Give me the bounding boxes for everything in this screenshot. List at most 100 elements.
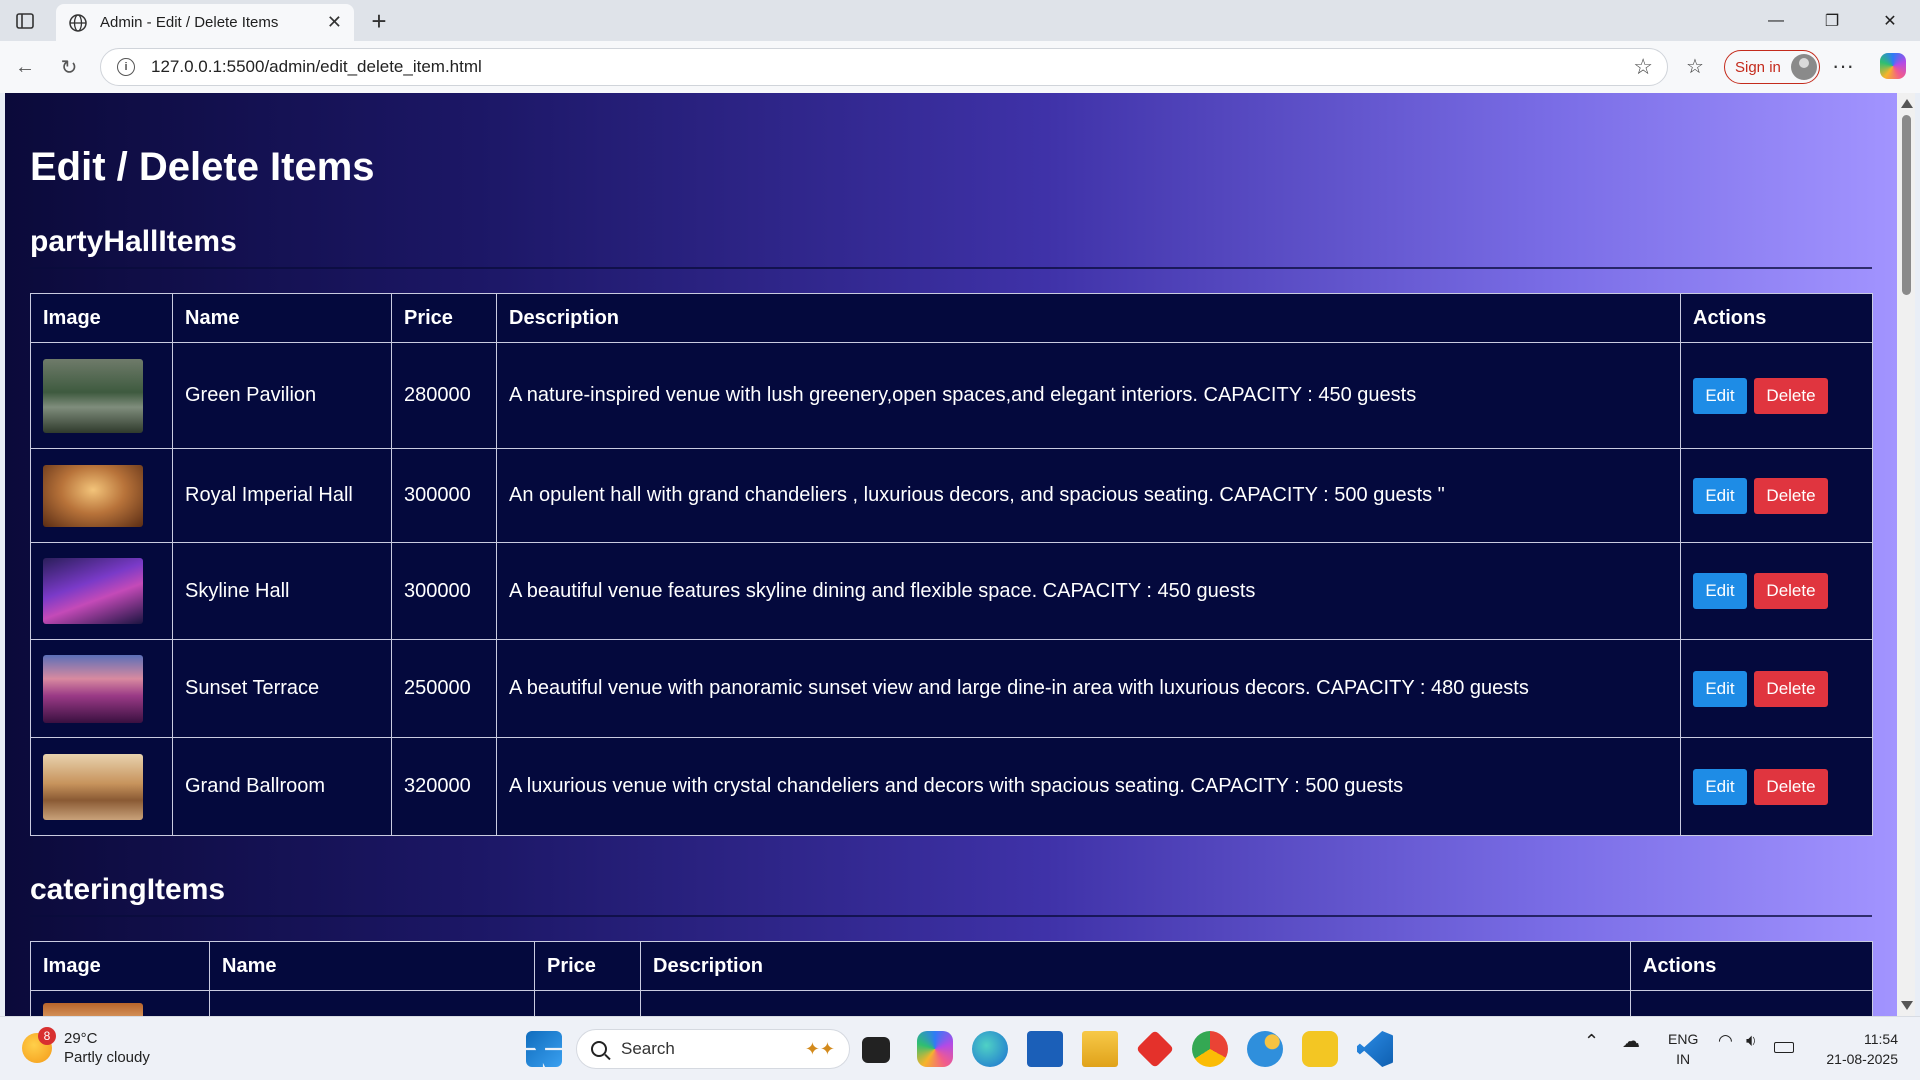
edit-button[interactable]: Edit <box>1693 768 1747 805</box>
item-name: Green Pavilion <box>172 342 392 449</box>
volume-icon[interactable]: 🔉︎ <box>1746 1031 1757 1051</box>
search-icon <box>591 1041 607 1057</box>
weather-app-icon[interactable] <box>1247 1031 1283 1067</box>
tab-actions-icon[interactable] <box>12 8 38 34</box>
vscode-icon[interactable] <box>1357 1031 1393 1067</box>
new-tab-button[interactable]: + <box>364 6 394 36</box>
edge-browser-icon[interactable] <box>972 1031 1008 1067</box>
edit-button[interactable]: Edit <box>1693 477 1747 514</box>
minimize-button[interactable]: — <box>1748 0 1804 41</box>
page-title: Edit / Delete Items <box>30 145 375 189</box>
table-row: Grand Ballroom 320000 A luxurious venue … <box>30 737 1873 836</box>
column-header-actions: Actions <box>1630 941 1873 991</box>
item-name: Sunset Terrace <box>172 639 392 738</box>
browser-tab-bar: Admin - Edit / Delete Items ✕ + — ❐ ✕ <box>0 0 1920 41</box>
globe-icon <box>69 13 87 32</box>
sign-in-button[interactable]: Sign in <box>1724 50 1820 84</box>
delete-button[interactable]: Delete <box>1754 670 1828 707</box>
item-price: 280000 <box>391 342 497 449</box>
app-diamond-icon[interactable] <box>1135 1029 1175 1069</box>
language-indicator[interactable]: ENG IN <box>1668 1029 1698 1069</box>
weather-widget[interactable]: 8 29°C Partly cloudy <box>22 1027 150 1067</box>
item-price: 300000 <box>391 542 497 640</box>
site-info-icon[interactable]: i <box>117 58 135 76</box>
refresh-icon[interactable]: ↻ <box>56 54 82 80</box>
delete-button[interactable]: Delete <box>1754 768 1828 805</box>
scroll-up-icon[interactable] <box>1901 99 1913 108</box>
wifi-icon[interactable]: ◠ <box>1718 1031 1733 1051</box>
item-actions: Edit Delete <box>1680 542 1873 640</box>
delete-button[interactable]: Delete <box>1754 377 1828 414</box>
battery-icon[interactable] <box>1774 1042 1794 1053</box>
column-header-name: Name <box>172 293 392 343</box>
start-menu-icon[interactable] <box>526 1031 562 1067</box>
back-icon[interactable]: ← <box>12 54 38 80</box>
column-header-name: Name <box>209 941 535 991</box>
party-hall-items-table: Image Name Price Description Actions Gre… <box>30 293 1873 836</box>
item-image-grand-ballroom <box>43 753 143 820</box>
date: 21-08-2025 <box>1826 1051 1898 1067</box>
edit-button[interactable]: Edit <box>1693 573 1747 609</box>
item-description: A beautiful venue with panoramic sunset … <box>496 639 1681 738</box>
item-name: Royal Imperial Hall <box>172 448 392 543</box>
task-view-icon[interactable] <box>862 1037 890 1063</box>
table-header-row: Image Name Price Description Actions <box>30 941 1873 991</box>
store-icon[interactable] <box>1027 1031 1063 1067</box>
item-image-skyline-hall <box>43 558 143 624</box>
table-row: Sunset Terrace 250000 A beautiful venue … <box>30 639 1873 738</box>
file-explorer-icon[interactable] <box>1082 1031 1118 1067</box>
item-price: 250000 <box>391 639 497 738</box>
item-name: Grand Ballroom <box>172 737 392 836</box>
browser-tab-active[interactable]: Admin - Edit / Delete Items ✕ <box>56 4 354 41</box>
section-divider <box>30 915 1872 917</box>
page-scrollbar[interactable] <box>1897 93 1915 1016</box>
app-p-icon[interactable] <box>1302 1031 1338 1067</box>
column-header-price: Price <box>534 941 641 991</box>
section-divider <box>30 267 1872 269</box>
delete-button[interactable]: Delete <box>1754 477 1828 514</box>
item-actions: Edit Delete <box>1680 448 1873 543</box>
scroll-down-icon[interactable] <box>1901 1001 1913 1010</box>
chrome-icon[interactable] <box>1192 1031 1228 1067</box>
table-row: Green Pavilion 280000 A nature-inspired … <box>30 342 1873 449</box>
section-title-catering: cateringItems <box>30 873 226 906</box>
catering-items-table: Image Name Price Description Actions <box>30 941 1873 1016</box>
item-image-green-pavilion <box>43 358 143 433</box>
item-description: A nature-inspired venue with lush greene… <box>496 342 1681 449</box>
item-description: A beautiful venue features skyline dinin… <box>496 542 1681 640</box>
column-header-actions: Actions <box>1680 293 1873 343</box>
section-title-party-hall: partyHallItems <box>30 225 237 258</box>
show-hidden-icons[interactable]: ⌃ <box>1584 1031 1599 1052</box>
table-row: Skyline Hall 300000 A beautiful venue fe… <box>30 542 1873 640</box>
lang-top: ENG <box>1668 1031 1699 1047</box>
copilot-icon[interactable] <box>1880 53 1906 79</box>
address-bar[interactable]: i 127.0.0.1:5500/admin/edit_delete_item.… <box>100 48 1668 86</box>
clock[interactable]: 11:54 21-08-2025 <box>1818 1029 1898 1069</box>
favorite-star-icon[interactable]: ☆ <box>1633 54 1653 80</box>
avatar-icon <box>1790 54 1817 80</box>
more-options-icon[interactable]: ··· <box>1832 53 1854 79</box>
edit-button[interactable]: Edit <box>1693 670 1747 707</box>
item-price: 320000 <box>391 737 497 836</box>
table-row: Royal Imperial Hall 300000 An opulent ha… <box>30 448 1873 543</box>
time: 11:54 <box>1864 1031 1898 1047</box>
table-row <box>30 990 1873 1016</box>
item-description: A luxurious venue with crystal chandelie… <box>496 737 1681 836</box>
column-header-image: Image <box>30 941 210 991</box>
scrollbar-thumb[interactable] <box>1902 115 1911 295</box>
delete-button[interactable]: Delete <box>1754 573 1828 609</box>
onedrive-icon[interactable]: ☁ <box>1622 1031 1640 1052</box>
notification-badge: 8 <box>38 1027 56 1045</box>
window-close-button[interactable]: ✕ <box>1862 0 1918 41</box>
copilot-app-icon[interactable] <box>917 1031 953 1067</box>
tab-close-icon[interactable]: ✕ <box>327 12 342 33</box>
item-image-sunset-terrace <box>43 654 143 723</box>
taskbar-search[interactable]: Search ✦✦ <box>576 1029 850 1069</box>
tab-title: Admin - Edit / Delete Items <box>100 14 279 31</box>
url-text[interactable]: 127.0.0.1:5500/admin/edit_delete_item.ht… <box>151 57 1633 77</box>
restore-button[interactable]: ❐ <box>1804 0 1860 41</box>
item-description: An opulent hall with grand chandeliers ,… <box>496 448 1681 543</box>
browser-toolbar: ← ↻ i 127.0.0.1:5500/admin/edit_delete_i… <box>0 41 1920 93</box>
edit-button[interactable]: Edit <box>1693 377 1747 414</box>
favorites-icon[interactable]: ☆ <box>1686 54 1704 79</box>
